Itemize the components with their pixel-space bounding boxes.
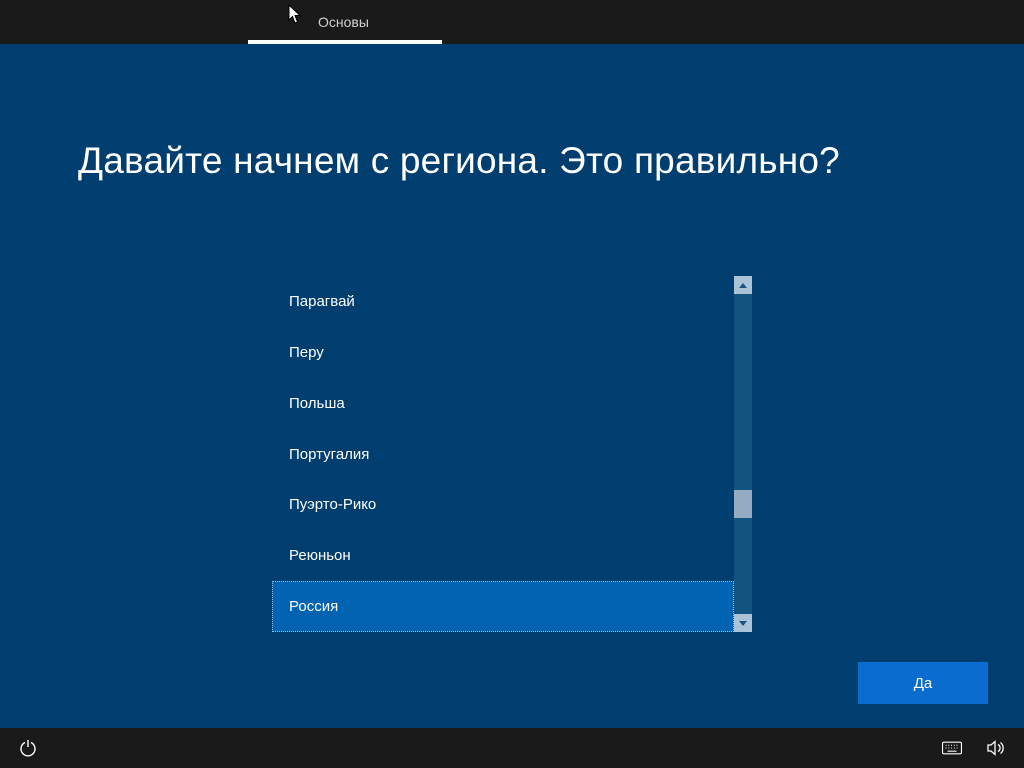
region-item[interactable]: Парагвай [272,276,734,327]
page-title: Давайте начнем с региона. Это правильно? [78,140,974,182]
confirm-button-label: Да [914,675,933,692]
region-list-container: Парагвай Перу Польша Португалия Пуэрто-Рико Р… [272,276,752,632]
region-item-label: Португалия [289,446,369,463]
scroll-track[interactable] [734,294,752,614]
region-item-label: Парагвай [289,293,355,310]
region-item-label: Польша [289,395,345,412]
breadcrumb-label: Основы [248,14,369,30]
confirm-button[interactable]: Да [858,662,988,704]
scroll-thumb[interactable] [734,490,752,518]
volume-icon[interactable] [986,738,1006,758]
region-item[interactable]: Польша [272,378,734,429]
region-item-label: Пуэрто-Рико [289,496,376,513]
region-item-label: Реюньон [289,547,351,564]
region-item[interactable]: Перу [272,327,734,378]
region-list[interactable]: Парагвай Перу Польша Португалия Пуэрто-Рико Р… [272,276,734,632]
power-icon[interactable] [18,738,38,758]
bottom-bar [0,728,1024,768]
region-item[interactable]: Реюньон [272,530,734,581]
region-item[interactable]: Пуэрто-Рико [272,479,734,530]
scroll-up-button[interactable] [734,276,752,294]
bottom-bar-right [942,738,1006,758]
top-bar: Основы [0,0,1024,44]
region-item[interactable]: Россия [272,581,734,632]
main-content: Давайте начнем с региона. Это правильно?… [0,44,1024,728]
scrollbar[interactable] [734,276,752,632]
scroll-down-button[interactable] [734,614,752,632]
region-item[interactable]: Португалия [272,429,734,480]
region-item-label: Перу [289,344,324,361]
keyboard-icon[interactable] [942,738,962,758]
region-item-label: Россия [289,598,338,615]
